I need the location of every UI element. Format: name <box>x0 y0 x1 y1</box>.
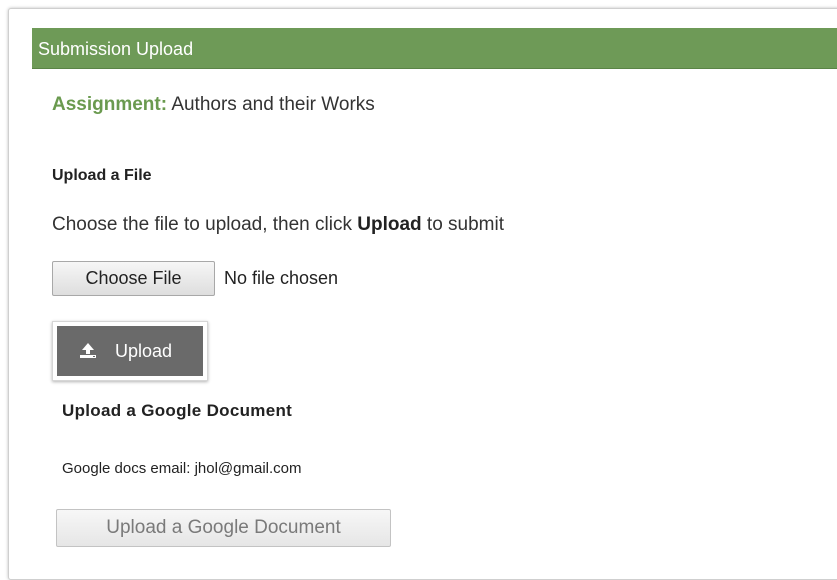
upload-google-document-button[interactable]: Upload a Google Document <box>56 509 391 547</box>
upload-icon <box>80 343 96 358</box>
instructions-upload-keyword: Upload <box>357 214 422 235</box>
upload-file-heading: Upload a File <box>52 167 152 184</box>
upload-button-label: Upload <box>115 341 173 361</box>
assignment-name: Authors and their Works <box>171 94 375 115</box>
no-file-chosen-text: No file chosen <box>224 268 339 288</box>
google-docs-email: Google docs email: jhol@gmail.com <box>62 460 302 477</box>
assignment-label: Assignment: <box>52 94 168 115</box>
google-document-heading: Upload a Google Document <box>62 401 293 420</box>
choose-file-button[interactable]: Choose File <box>52 261 215 296</box>
upload-button[interactable]: Upload <box>52 321 208 381</box>
upload-instructions: Choose the file to upload, then click Up… <box>52 213 504 237</box>
instructions-prefix: Choose the file to upload, then click <box>52 214 358 235</box>
instructions-suffix: to submit <box>421 214 505 235</box>
panel-header: Submission Upload <box>32 28 837 69</box>
assignment-line: Assignment: Authors and their Works <box>52 93 375 117</box>
upload-button-face[interactable]: Upload <box>57 326 203 376</box>
panel-title: Submission Upload <box>38 39 194 59</box>
